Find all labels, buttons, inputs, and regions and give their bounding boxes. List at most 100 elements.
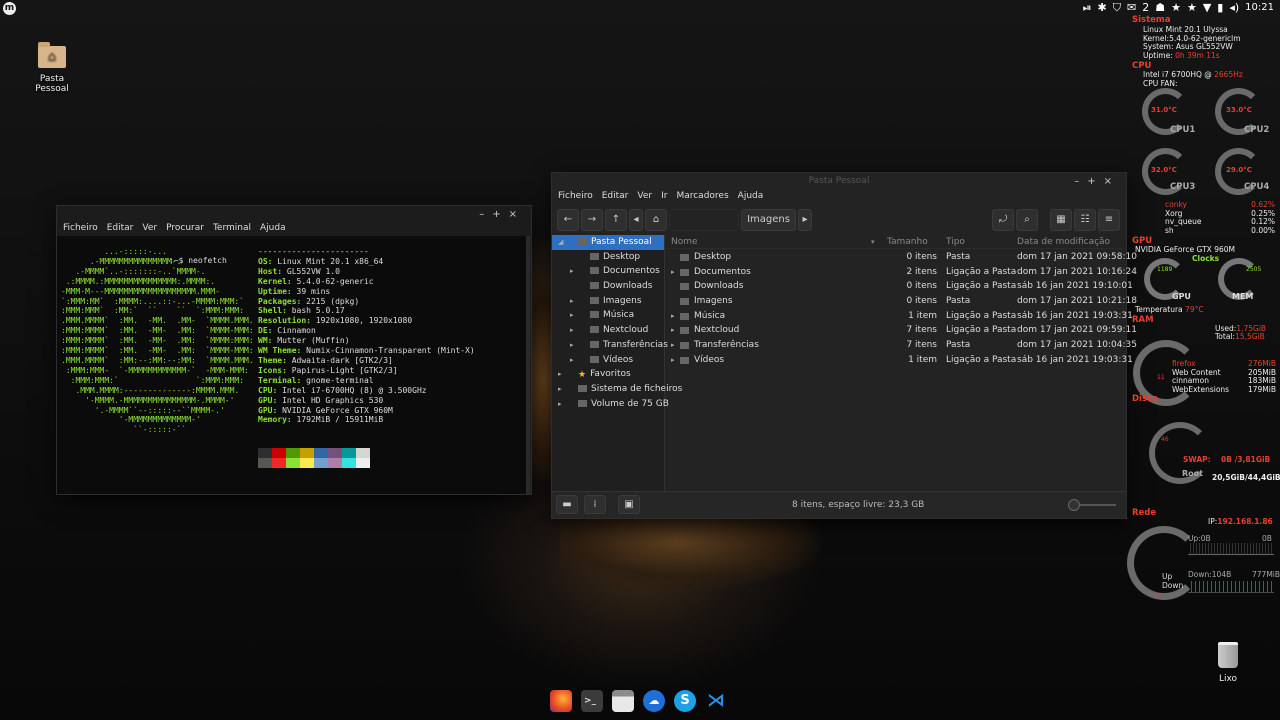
files-icon[interactable]: [612, 690, 634, 712]
battery-icon[interactable]: ▮: [1217, 0, 1223, 16]
row-expander-icon[interactable]: ▸: [671, 309, 675, 324]
menu-ir[interactable]: Ir: [661, 191, 667, 201]
sidebar-item[interactable]: ▸ Imagens: [552, 294, 664, 309]
menu-terminal[interactable]: Terminal: [213, 223, 251, 233]
expander-icon[interactable]: ▸: [570, 308, 574, 323]
hide-sidebar-button[interactable]: ▣: [618, 495, 640, 514]
nextcloud-icon[interactable]: ☁: [643, 690, 665, 712]
menu-marcadores[interactable]: Marcadores: [676, 191, 728, 201]
close-icon[interactable]: ×: [509, 209, 525, 220]
bluetooth-icon[interactable]: ✱: [1098, 0, 1107, 16]
row-expander-icon[interactable]: ▸: [671, 338, 675, 353]
expander-icon[interactable]: ▸: [570, 294, 574, 309]
firefox-icon[interactable]: [550, 690, 572, 712]
sidebar-item[interactable]: ▸ Nextcloud: [552, 323, 664, 338]
file-row[interactable]: ▸ Vídeos 1 item Ligação a Pasta sáb 16 jan 2…: [666, 353, 1133, 368]
file-row[interactable]: ▸ Documentos 2 itens Ligação a Pasta dom 17 …: [666, 265, 1137, 280]
trash-icon[interactable]: Lixo: [1205, 642, 1251, 684]
expander-icon[interactable]: ▸: [570, 338, 574, 353]
expander-icon[interactable]: ▸: [558, 367, 562, 382]
back-button[interactable]: ←: [557, 209, 579, 231]
menu-editar[interactable]: Editar: [107, 223, 134, 233]
expander-icon[interactable]: ◢: [558, 235, 563, 250]
file-row[interactable]: Imagens 0 itens Pasta dom 17 jan 2021 10:21…: [666, 294, 1137, 309]
sidebar-item[interactable]: ▸ ★ Favoritos: [552, 367, 664, 382]
speaker-icon[interactable]: ◂): [1229, 0, 1239, 16]
terminal-scrollbar[interactable]: [526, 236, 530, 494]
shield-icon[interactable]: ⛉: [1113, 0, 1121, 16]
file-manager-window[interactable]: Pasta Pessoal –+× Ficheiro Editar Ver Ir Mar…: [551, 172, 1137, 519]
toggle-location-button[interactable]: ⤾: [992, 209, 1014, 231]
mail-icon[interactable]: ✉: [1127, 0, 1136, 16]
forward-button[interactable]: →: [581, 209, 603, 231]
file-row[interactable]: Desktop 0 itens Pasta dom 17 jan 2021 09:58…: [666, 250, 1137, 265]
wifi-icon[interactable]: ▼: [1203, 0, 1211, 16]
window-controls[interactable]: –+×: [479, 209, 525, 220]
sidebar-item[interactable]: ▸ Volume de 75 GB: [552, 397, 669, 412]
menu-ajuda[interactable]: Ajuda: [738, 191, 764, 201]
expander-icon[interactable]: ▸: [570, 323, 574, 338]
file-row[interactable]: Downloads 0 itens Ligação a Pasta sáb 16 ja…: [666, 279, 1133, 294]
sidebar-item[interactable]: ▸ Transferências: [552, 338, 668, 353]
tree-button[interactable]: ⁞: [584, 495, 606, 514]
minimize-icon[interactable]: –: [479, 209, 492, 220]
sort-arrow-icon[interactable]: ▾: [871, 235, 875, 249]
row-expander-icon[interactable]: ▸: [671, 265, 675, 280]
file-row[interactable]: ▸ Nextcloud 7 itens Ligação a Pasta dom 17 j…: [666, 323, 1137, 338]
row-expander-icon[interactable]: ▸: [671, 353, 675, 368]
menu-button[interactable]: m: [3, 2, 16, 15]
sidebar-item[interactable]: ▸ Música: [552, 308, 664, 323]
vscode-icon[interactable]: ⋊: [705, 690, 727, 712]
home-button[interactable]: ⌂: [645, 209, 667, 231]
file-row[interactable]: ▸ Música 1 item Ligação a Pasta sáb 16 jan 2…: [666, 309, 1133, 324]
icon-view-button[interactable]: ▦: [1050, 209, 1072, 231]
menu-ver[interactable]: Ver: [637, 191, 652, 201]
terminal-screen[interactable]: :~$ neofetch ...-:::::-... .-MMMMMMMMMMM…: [57, 236, 527, 494]
compact-view-button[interactable]: ≡: [1098, 209, 1120, 231]
file-row[interactable]: ▸ Transferências 7 itens Pasta dom 17 jan 20…: [666, 338, 1137, 353]
search-icon[interactable]: ⌕: [1016, 209, 1038, 231]
menu-ajuda[interactable]: Ajuda: [260, 223, 286, 233]
menu-ver[interactable]: Ver: [142, 223, 157, 233]
menu-ficheiro[interactable]: Ficheiro: [558, 191, 593, 201]
expander-icon[interactable]: ▸: [570, 264, 574, 279]
pause-icon[interactable]: ⏯: [1083, 0, 1092, 16]
home-folder-icon[interactable]: Pasta Pessoal: [22, 42, 82, 94]
sidebar-item[interactable]: ▸ Vídeos: [552, 353, 664, 368]
window-controls[interactable]: –+×: [1074, 176, 1120, 187]
expander-icon[interactable]: ▸: [570, 353, 574, 368]
zoom-slider-handle[interactable]: [1068, 499, 1080, 511]
menu-editar[interactable]: Editar: [602, 191, 629, 201]
breadcrumb-imagens[interactable]: Imagens: [741, 209, 796, 231]
terminal-icon[interactable]: >_: [581, 690, 603, 712]
maximize-icon[interactable]: +: [492, 209, 508, 220]
menu-procurar[interactable]: Procurar: [166, 223, 204, 233]
expander-icon[interactable]: ▸: [558, 397, 562, 412]
sidebar-item[interactable]: ◢ Pasta Pessoal: [552, 235, 664, 250]
notification-count[interactable]: 2: [1142, 0, 1149, 16]
sidebar-item[interactable]: ▸ Documentos: [552, 264, 664, 279]
sidebar-item[interactable]: Desktop: [552, 250, 664, 265]
star-icon-2[interactable]: ★: [1187, 0, 1197, 16]
column-name[interactable]: Nome: [671, 235, 698, 249]
terminal-window[interactable]: –+× Ficheiro Editar Ver Procurar Terminal Aju…: [56, 205, 532, 495]
user-icon[interactable]: ☗: [1155, 0, 1165, 16]
up-button[interactable]: ↑: [605, 209, 627, 231]
skype-icon[interactable]: S: [674, 690, 696, 712]
breadcrumb-right-button[interactable]: ▸: [798, 209, 812, 231]
minimize-icon[interactable]: –: [1074, 176, 1087, 187]
close-icon[interactable]: ×: [1104, 176, 1120, 187]
star-icon[interactable]: ★: [1171, 0, 1181, 16]
places-button[interactable]: ▬: [556, 495, 578, 514]
row-expander-icon[interactable]: ▸: [671, 323, 675, 338]
expander-icon[interactable]: ▸: [558, 382, 562, 397]
column-date[interactable]: Data de modificação: [1017, 235, 1110, 249]
maximize-icon[interactable]: +: [1087, 176, 1103, 187]
menu-ficheiro[interactable]: Ficheiro: [63, 223, 98, 233]
list-view-button[interactable]: ☷: [1074, 209, 1096, 231]
clock[interactable]: 10:21: [1245, 0, 1274, 16]
sidebar-item[interactable]: Downloads: [552, 279, 664, 294]
breadcrumb-left-button[interactable]: ◂: [629, 209, 643, 231]
sidebar-item[interactable]: ▸ Sistema de ficheiros: [552, 382, 682, 397]
column-size[interactable]: Tamanho: [887, 235, 928, 249]
